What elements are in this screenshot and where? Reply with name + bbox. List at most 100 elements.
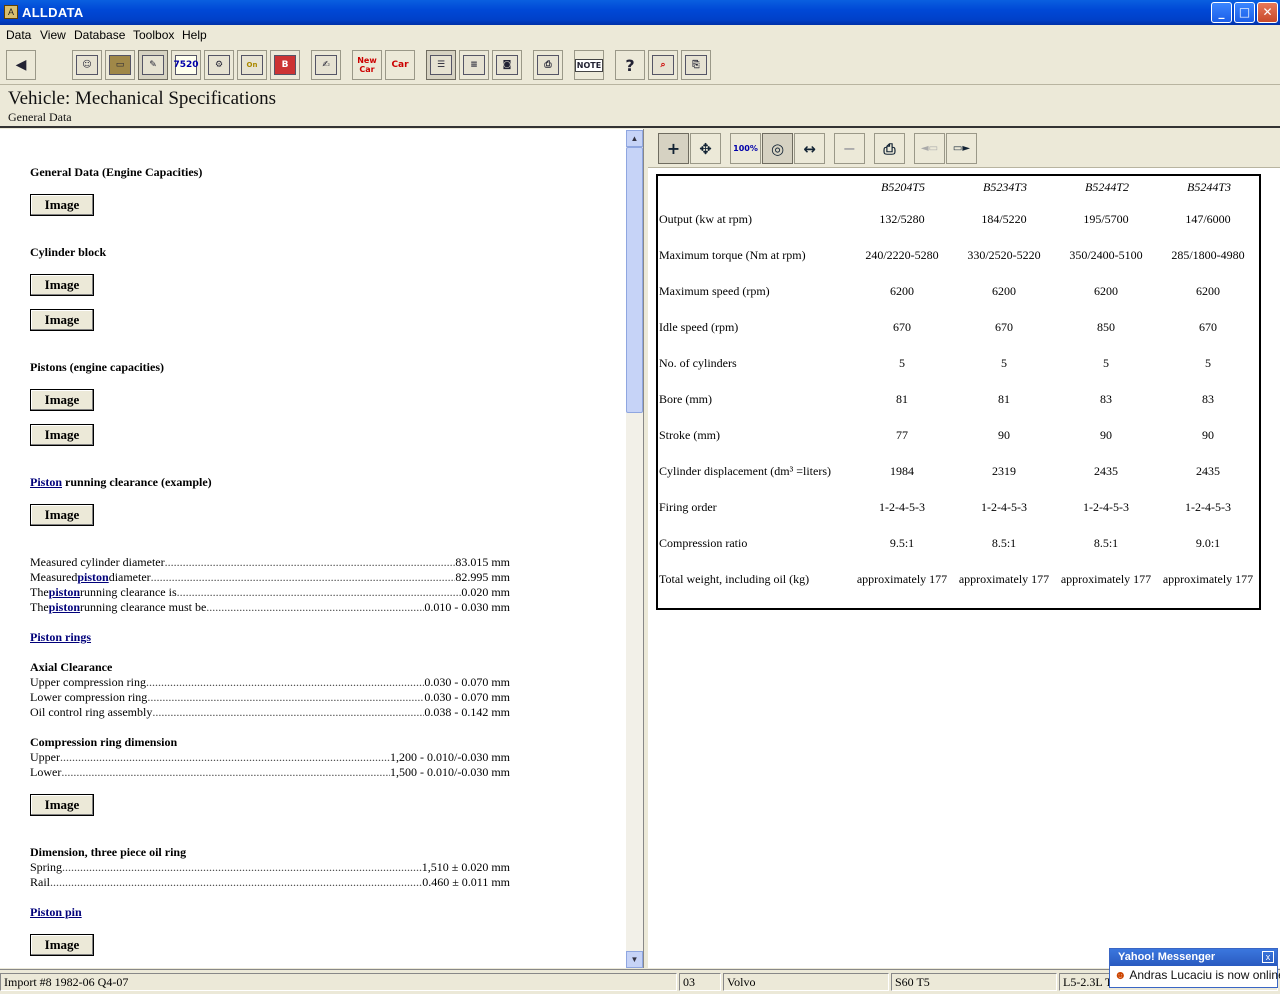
close-icon[interactable]: x bbox=[1262, 951, 1274, 963]
piston-rings-link[interactable]: Piston rings bbox=[30, 630, 91, 645]
scroll-down-icon[interactable]: ▼ bbox=[626, 951, 643, 968]
pan-button[interactable]: ✥ bbox=[690, 133, 721, 164]
cell-value: 77 bbox=[896, 428, 908, 442]
spec-label-pre: The bbox=[30, 585, 49, 599]
piston-link[interactable]: piston bbox=[77, 570, 108, 585]
menu-database[interactable]: Database bbox=[74, 28, 125, 42]
print-image-button[interactable]: ⎙ bbox=[874, 133, 905, 164]
maximize-button[interactable]: □ bbox=[1234, 2, 1255, 23]
notes-button[interactable]: ✍ bbox=[311, 50, 341, 80]
zoom-width-icon: ↔ bbox=[803, 139, 816, 158]
vehicle-id-button[interactable]: ☺ bbox=[72, 50, 102, 80]
cell-value: approximately 177 bbox=[1060, 572, 1152, 586]
toc-button[interactable]: ☰ bbox=[426, 50, 456, 80]
cell-value: 6200 bbox=[1196, 284, 1220, 298]
spec-value: 1,200 - 0.010/-0.030 mm bbox=[390, 750, 510, 764]
prev-car-button[interactable]: Car bbox=[385, 50, 415, 80]
vertical-scrollbar[interactable]: ▲ ▼ bbox=[626, 130, 643, 968]
cell-value: 5 bbox=[1103, 356, 1109, 370]
spec-row: Measured cylinder diameter..............… bbox=[30, 555, 510, 570]
scroll-up-icon[interactable]: ▲ bbox=[626, 130, 643, 147]
image-button[interactable]: Image bbox=[30, 794, 94, 816]
notification-message: ☻ Andras Lucaciu is now online bbox=[1114, 968, 1280, 982]
zoom-in-icon: + bbox=[666, 139, 681, 158]
minimize-button[interactable]: _ bbox=[1211, 2, 1232, 23]
menu-data[interactable]: Data bbox=[6, 28, 31, 42]
cell-value: 670 bbox=[893, 320, 911, 334]
menu-bar: Data View Database Toolbox Help bbox=[0, 25, 1280, 45]
fax-button[interactable]: ⎘ bbox=[681, 50, 711, 80]
cell-value: 6200 bbox=[890, 284, 914, 298]
cell-value: 6200 bbox=[992, 284, 1016, 298]
column-header: B5234T3 bbox=[982, 180, 1027, 194]
book-button[interactable]: B bbox=[270, 50, 300, 80]
next-image-icon: ▭► bbox=[952, 143, 971, 154]
piston-rings-link-text[interactable]: Piston rings bbox=[30, 630, 91, 644]
specs-button[interactable]: ✎ bbox=[138, 50, 168, 80]
back-button[interactable]: ◀ bbox=[6, 50, 36, 80]
notification-text: Andras Lucaciu is now online bbox=[1129, 968, 1280, 982]
image-button[interactable]: Image bbox=[30, 424, 94, 446]
row-label: Output (kw at rpm) bbox=[659, 212, 752, 226]
zoom-fit-button[interactable]: ◎ bbox=[762, 133, 793, 164]
image-button[interactable]: Image bbox=[30, 194, 94, 216]
cell-value: 147/6000 bbox=[1185, 212, 1231, 226]
diagnostics-button[interactable]: ⚙ bbox=[204, 50, 234, 80]
main-toolbar: ◀ ☺ ▭ ✎ 7520 ⚙ On B ✍ New Car Car ☰ ≡ ◙ … bbox=[0, 45, 1280, 85]
print-button[interactable]: ⎙ bbox=[533, 50, 563, 80]
text-lines-icon: ≡ bbox=[463, 55, 485, 75]
spec-value: 0.460 ± 0.011 mm bbox=[422, 875, 510, 889]
whats-this-button[interactable]: ⌕ bbox=[648, 50, 678, 80]
garage-button[interactable]: ▭ bbox=[105, 50, 135, 80]
zoom-width-button[interactable]: ↔ bbox=[794, 133, 825, 164]
labor-button[interactable]: 7520 bbox=[171, 50, 201, 80]
spec-value: 0.010 - 0.030 mm bbox=[424, 600, 510, 614]
leader-dots: ........................................… bbox=[147, 690, 425, 704]
spec-table: B5204T5 B5234T3 B5244T2 B5244T3 Output (… bbox=[656, 174, 1261, 610]
spec-row: Measured piston diameter................… bbox=[30, 570, 510, 585]
wrench-icon: ✎ bbox=[142, 55, 164, 75]
cell-value: 90 bbox=[1202, 428, 1214, 442]
online-icon: On bbox=[241, 55, 263, 75]
prev-image-button[interactable]: ◄▭ bbox=[914, 133, 945, 164]
camera-button[interactable]: ◙ bbox=[492, 50, 522, 80]
gears-icon: ⚙ bbox=[208, 55, 230, 75]
row-label: No. of cylinders bbox=[659, 356, 737, 370]
close-button[interactable]: ✕ bbox=[1257, 2, 1278, 23]
spec-label-post: running clearance must be bbox=[80, 600, 207, 614]
scroll-thumb[interactable] bbox=[626, 147, 643, 413]
piston-link[interactable]: Piston bbox=[30, 475, 62, 489]
spec-row: The piston running clearance is.........… bbox=[30, 585, 510, 600]
title-bar: A ALLDATA _ □ ✕ bbox=[0, 0, 1280, 25]
new-car-button[interactable]: New Car bbox=[352, 50, 382, 80]
note-button[interactable]: NOTE bbox=[574, 50, 604, 80]
zoom-in-button[interactable]: + bbox=[658, 133, 689, 164]
piston-pin-link[interactable]: Piston pin bbox=[30, 905, 82, 920]
next-image-button[interactable]: ▭► bbox=[946, 133, 977, 164]
spec-row: Oil control ring assembly...............… bbox=[30, 705, 510, 720]
section-title: Pistons (engine capacities) bbox=[30, 360, 164, 374]
image-button[interactable]: Image bbox=[30, 389, 94, 411]
spec-label: Spring bbox=[30, 860, 63, 874]
piston-link[interactable]: piston bbox=[49, 585, 80, 600]
cell-value: 132/5280 bbox=[879, 212, 925, 226]
menu-toolbox[interactable]: Toolbox bbox=[133, 28, 174, 42]
image-button[interactable]: Image bbox=[30, 934, 94, 956]
menu-view[interactable]: View bbox=[40, 28, 66, 42]
cell-value: 2435 bbox=[1094, 464, 1118, 478]
help-button[interactable]: ? bbox=[615, 50, 645, 80]
menu-help[interactable]: Help bbox=[182, 28, 207, 42]
messenger-notification[interactable]: Yahoo! Messenger x ☻ Andras Lucaciu is n… bbox=[1109, 948, 1280, 988]
cell-value: 2435 bbox=[1196, 464, 1220, 478]
text-button[interactable]: ≡ bbox=[459, 50, 489, 80]
image-button[interactable]: Image bbox=[30, 504, 94, 526]
image-button[interactable]: Image bbox=[30, 309, 94, 331]
online-button[interactable]: On bbox=[237, 50, 267, 80]
piston-link[interactable]: piston bbox=[49, 600, 80, 615]
prev-car-icon: Car bbox=[391, 60, 409, 70]
zoom-100-button[interactable]: 100% bbox=[730, 133, 761, 164]
image-button[interactable]: Image bbox=[30, 274, 94, 296]
piston-pin-link-text[interactable]: Piston pin bbox=[30, 905, 82, 919]
zoom-out-button[interactable]: − bbox=[834, 133, 865, 164]
cell-value: 83 bbox=[1202, 392, 1214, 406]
